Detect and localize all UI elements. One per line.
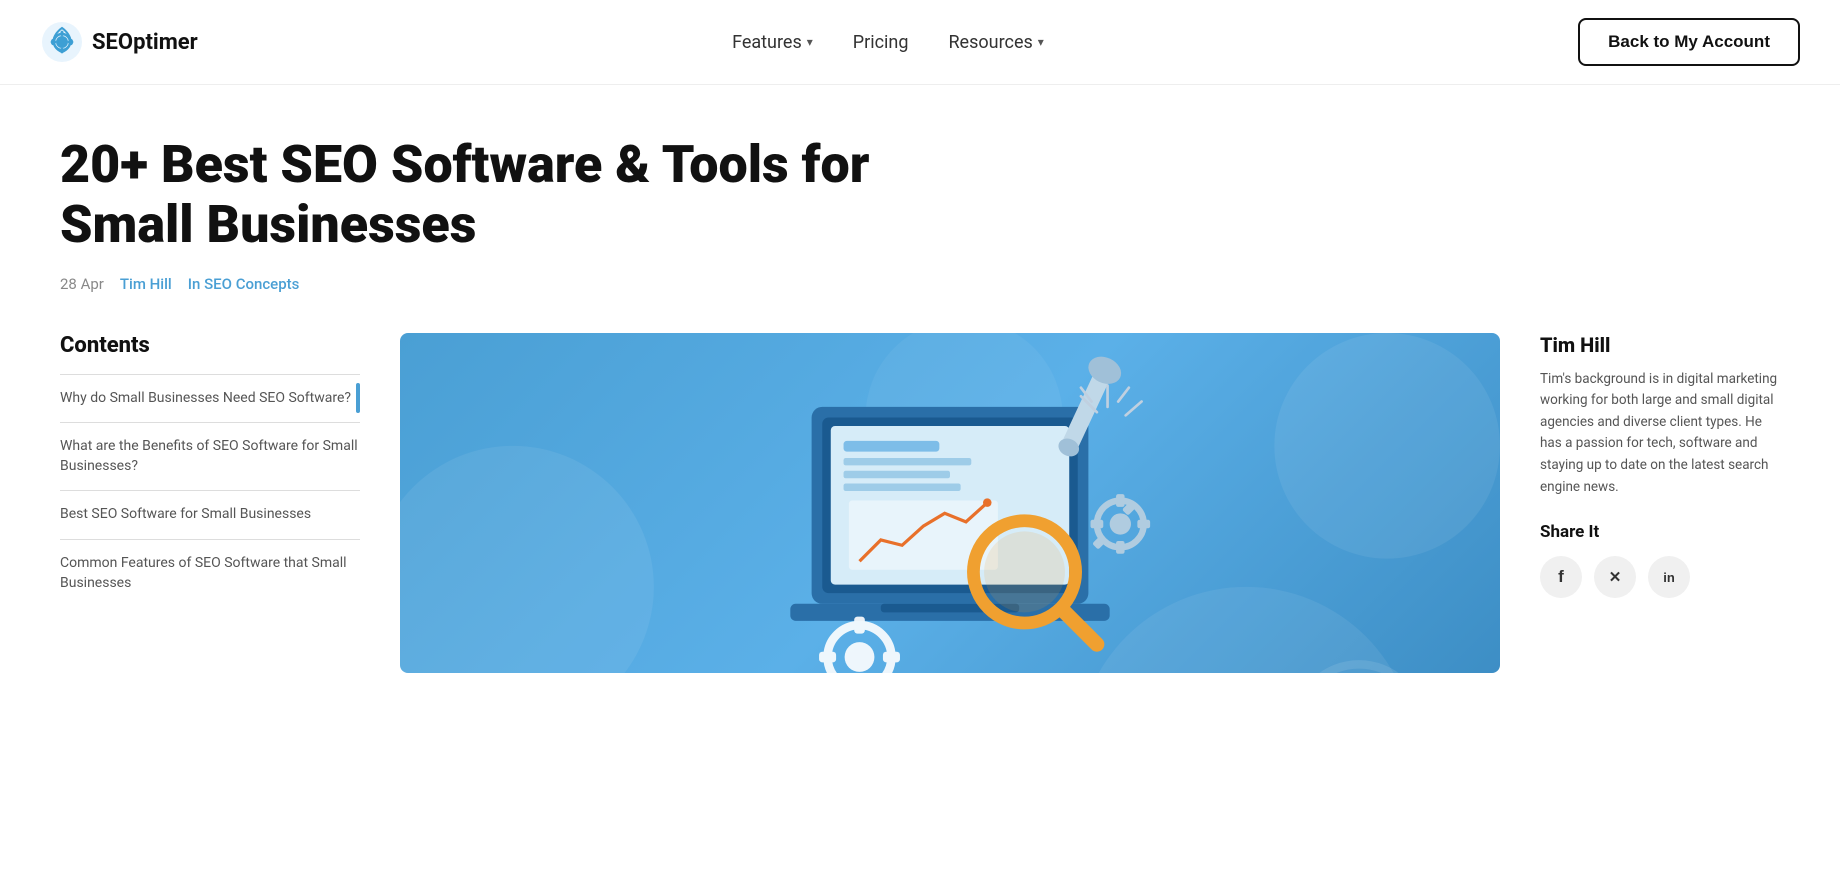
- toc-item-3[interactable]: Best SEO Software for Small Businesses: [60, 490, 360, 539]
- author-name: Tim Hill: [1540, 333, 1780, 357]
- toc-item-1[interactable]: Why do Small Businesses Need SEO Softwar…: [60, 374, 360, 423]
- illustration-svg: [660, 343, 1240, 673]
- hero-image: [400, 333, 1500, 673]
- twitter-x-icon: ✕: [1609, 568, 1622, 586]
- linkedin-icon: in: [1663, 570, 1675, 585]
- article-body: Contents Why do Small Businesses Need SE…: [60, 333, 1780, 673]
- share-buttons: f ✕ in: [1540, 556, 1780, 598]
- toc-title: Contents: [60, 333, 360, 358]
- article-title: 20+ Best SEO Software & Tools for Small …: [60, 135, 960, 255]
- author-sidebar: Tim Hill Tim's background is in digital …: [1540, 333, 1780, 599]
- main-content: 20+ Best SEO Software & Tools for Small …: [0, 85, 1840, 673]
- logo[interactable]: SEOptimer: [40, 20, 198, 64]
- share-twitter-button[interactable]: ✕: [1594, 556, 1636, 598]
- article-author[interactable]: Tim Hill: [120, 275, 172, 293]
- features-chevron-icon: ▾: [807, 35, 813, 49]
- back-to-account-button[interactable]: Back to My Account: [1578, 18, 1800, 66]
- share-title: Share It: [1540, 522, 1780, 542]
- toc-sidebar: Contents Why do Small Businesses Need SE…: [60, 333, 360, 608]
- logo-text: SEOptimer: [92, 30, 198, 55]
- nav-pricing[interactable]: Pricing: [853, 32, 909, 53]
- author-bio: Tim's background is in digital marketing…: [1540, 369, 1780, 499]
- article-date: 28 Apr: [60, 275, 104, 293]
- share-linkedin-button[interactable]: in: [1648, 556, 1690, 598]
- hero-illustration: [400, 343, 1500, 673]
- resources-chevron-icon: ▾: [1038, 35, 1044, 49]
- toc-item-4[interactable]: Common Features of SEO Software that Sma…: [60, 539, 360, 607]
- navbar: SEOptimer Features ▾ Pricing Resources ▾…: [0, 0, 1840, 85]
- facebook-icon: f: [1558, 567, 1564, 587]
- article-meta: 28 Apr Tim Hill In SEO Concepts: [60, 275, 1780, 293]
- nav-center: Features ▾ Pricing Resources ▾: [732, 32, 1044, 53]
- nav-features[interactable]: Features ▾: [732, 32, 813, 53]
- logo-icon: [40, 20, 84, 64]
- toc-item-2[interactable]: What are the Benefits of SEO Software fo…: [60, 422, 360, 490]
- article-category[interactable]: In SEO Concepts: [188, 275, 300, 293]
- share-facebook-button[interactable]: f: [1540, 556, 1582, 598]
- nav-resources[interactable]: Resources ▾: [948, 32, 1043, 53]
